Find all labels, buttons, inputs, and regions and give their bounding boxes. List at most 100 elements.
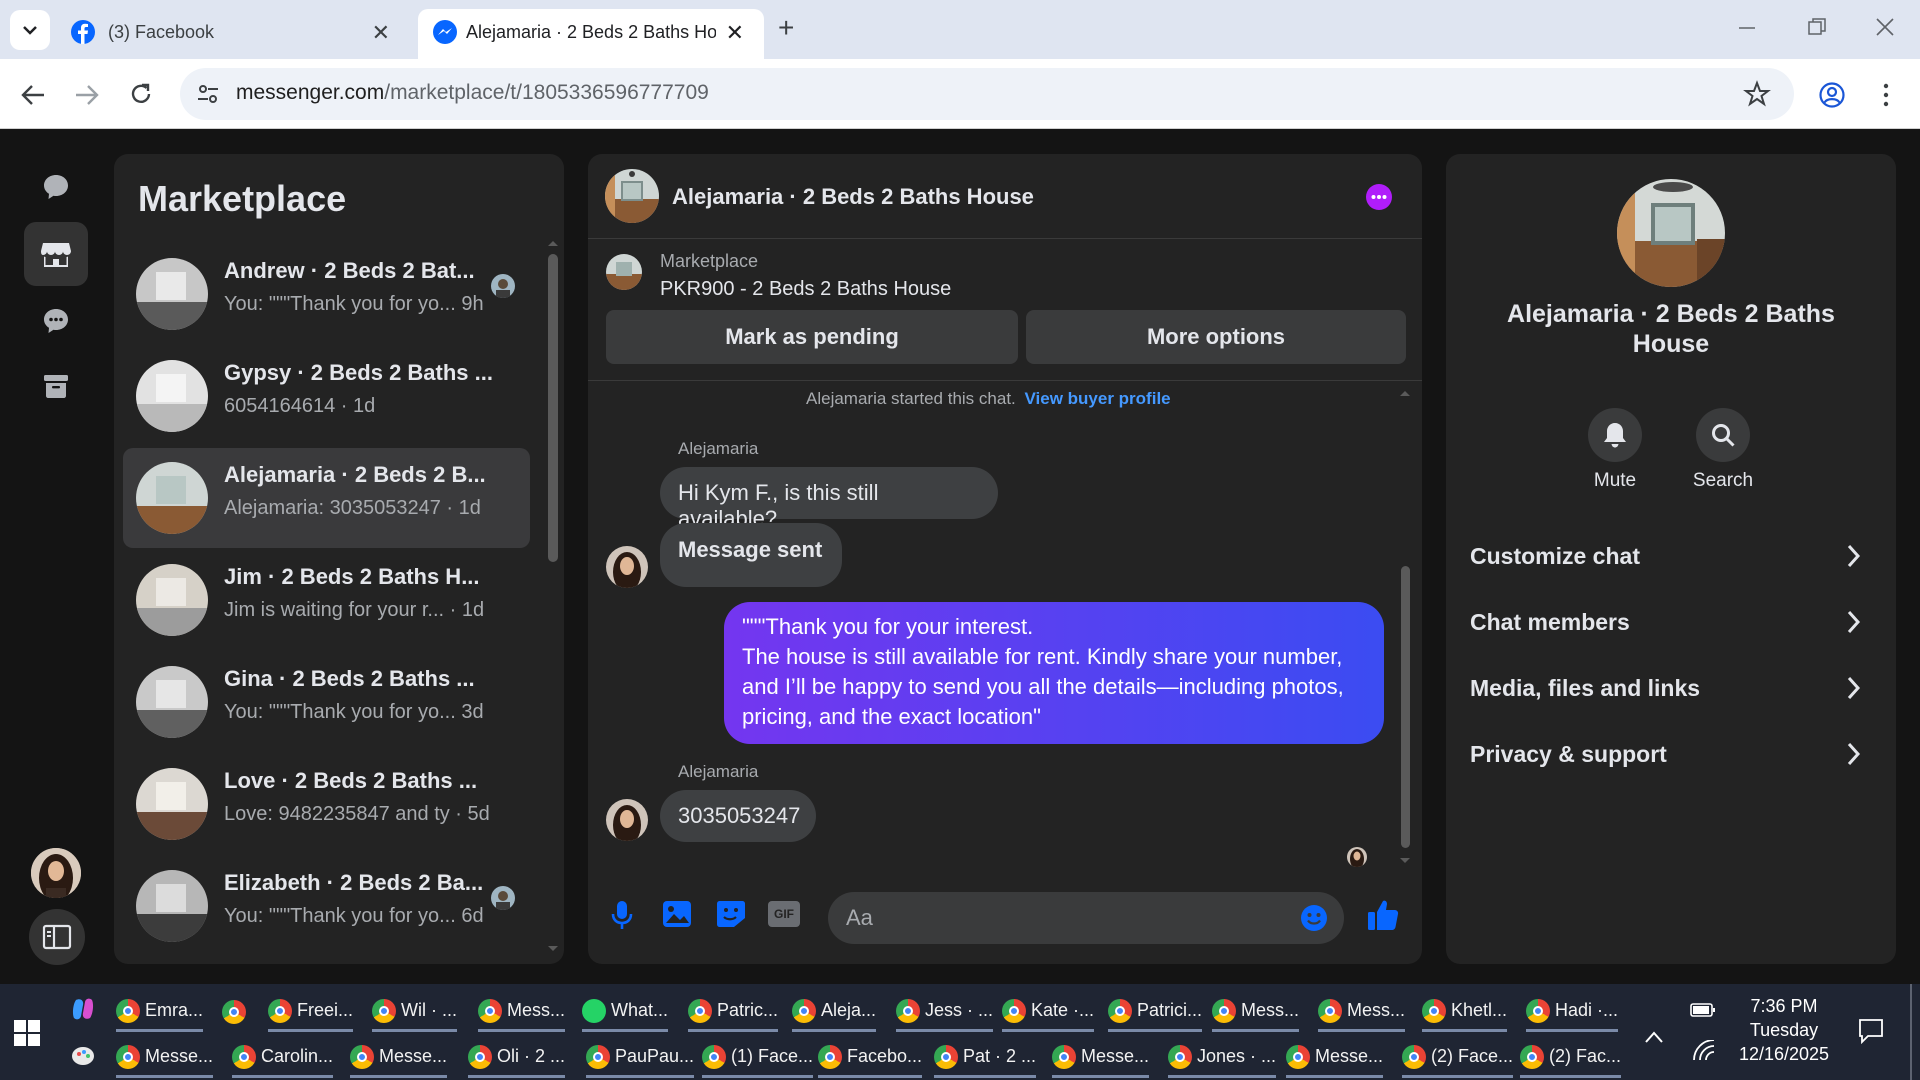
chat-scrollbar[interactable] (1401, 566, 1410, 848)
taskbar-app-button[interactable]: Mess... (478, 992, 566, 1032)
battery-icon[interactable] (1690, 1002, 1716, 1018)
close-tab-icon[interactable]: ✕ (372, 20, 390, 46)
rail-chats-button[interactable] (24, 155, 88, 219)
minimize-button[interactable] (1736, 14, 1758, 36)
user-avatar[interactable] (31, 848, 81, 898)
attach-photo-button[interactable] (662, 900, 692, 928)
taskbar-app-button[interactable]: Messe... (1052, 1038, 1150, 1078)
chat-header-title[interactable]: Alejamaria · 2 Beds 2 Baths House (672, 184, 1034, 210)
taskbar-app-button[interactable]: Patrici... (1108, 992, 1203, 1032)
notifications-button[interactable] (1858, 1018, 1884, 1044)
back-button[interactable] (20, 83, 46, 107)
bookmark-star-button[interactable] (1743, 80, 1771, 108)
rail-marketplace-button[interactable] (24, 222, 88, 286)
privacy-support-option[interactable]: Privacy & support (1470, 735, 1872, 775)
tab-search-button[interactable] (10, 10, 50, 50)
sidebar-scrollbar[interactable] (548, 254, 558, 562)
rail-requests-button[interactable] (24, 289, 88, 353)
incoming-message[interactable]: Hi Kym F., is this still available? (660, 467, 998, 531)
conversation-item[interactable]: Gypsy · 2 Beds 2 Baths ... 6054164614 · 1… (123, 346, 530, 446)
listing-title[interactable]: PKR900 - 2 Beds 2 Baths House (660, 278, 951, 301)
conversation-item[interactable]: Elizabeth · 2 Beds 2 Ba... You: """Thank … (123, 856, 530, 952)
scroll-down-arrow[interactable] (1398, 856, 1412, 866)
incoming-message[interactable]: 3035053247 (660, 790, 816, 842)
show-desktop-strip[interactable] (1910, 984, 1912, 1080)
taskbar-app-button[interactable]: Jess · ... (896, 992, 994, 1032)
chat-info-button[interactable] (1366, 184, 1392, 210)
forward-button[interactable] (74, 83, 100, 107)
listing-photo (1617, 179, 1725, 287)
close-window-button[interactable] (1874, 16, 1896, 38)
gif-button[interactable]: GIF (768, 901, 800, 927)
taskbar-app-button[interactable]: Aleja... (792, 992, 877, 1032)
media-files-links-option[interactable]: Media, files and links (1470, 669, 1872, 709)
taskbar-app-button[interactable]: Emra... (116, 992, 204, 1032)
paint-icon[interactable] (70, 1042, 96, 1068)
system-clock[interactable]: 7:36 PM Tuesday 12/16/2025 (1736, 994, 1832, 1066)
taskbar-app-button[interactable]: (2) Face... (1402, 1038, 1514, 1078)
taskbar-app-button[interactable]: Messe... (116, 1038, 214, 1078)
reload-button[interactable] (128, 81, 154, 107)
new-tab-button[interactable]: + (778, 12, 794, 44)
incoming-message[interactable]: Message sent (660, 523, 842, 587)
browser-menu-button[interactable] (1880, 81, 1892, 109)
conversation-item[interactable]: Andrew · 2 Beds 2 Bat... You: """Thank yo… (123, 244, 530, 344)
taskbar-app-button[interactable]: Pat · 2 ... (934, 1038, 1037, 1078)
chat-avatar[interactable] (605, 169, 659, 223)
taskbar-app-button[interactable]: Freei... (268, 992, 354, 1032)
info-avatar[interactable] (1617, 179, 1725, 287)
taskbar-app-button[interactable]: Messe... (350, 1038, 448, 1078)
taskbar-app-button[interactable]: Patric... (688, 992, 779, 1032)
taskbar-app-button[interactable]: What... (582, 992, 669, 1032)
taskbar-app-button[interactable] (222, 992, 251, 1032)
scroll-down-arrow[interactable] (546, 944, 560, 954)
profile-button[interactable] (1818, 81, 1846, 109)
taskbar-app-button[interactable]: (2) Fac... (1520, 1038, 1622, 1078)
taskbar-app-button[interactable]: Kate ·... (1002, 992, 1095, 1032)
restore-button[interactable] (1806, 16, 1828, 38)
scroll-up-arrow[interactable] (546, 238, 560, 248)
message-input[interactable]: Aa (828, 892, 1344, 944)
taskbar-app-button[interactable]: Jones · ... (1168, 1038, 1277, 1078)
taskbar-app-button[interactable]: (1) Face... (702, 1038, 814, 1078)
search-in-chat-button[interactable] (1696, 408, 1750, 462)
mark-as-pending-button[interactable]: Mark as pending (606, 310, 1018, 364)
start-button[interactable] (14, 1020, 40, 1046)
conversation-item[interactable]: Love · 2 Beds 2 Baths ... Love: 948223584… (123, 754, 530, 854)
taskbar-app-button[interactable]: Khetl... (1422, 992, 1508, 1032)
like-button[interactable] (1366, 898, 1400, 932)
tab-facebook[interactable]: (3) Facebook ✕ (58, 9, 410, 59)
more-options-button[interactable]: More options (1026, 310, 1406, 364)
conversation-item[interactable]: Gina · 2 Beds 2 Baths ... You: """Thank y… (123, 652, 530, 752)
conversation-item[interactable]: Jim · 2 Beds 2 Baths H... Jim is waiting … (123, 550, 530, 650)
taskbar-app-button[interactable]: Carolin... (232, 1038, 334, 1078)
toggle-sidebar-button[interactable] (29, 909, 85, 965)
emoji-button[interactable] (1300, 904, 1328, 932)
taskbar-app-button[interactable]: Wil · ... (372, 992, 457, 1032)
wifi-icon[interactable] (1692, 1040, 1716, 1062)
rail-archive-button[interactable] (24, 354, 88, 418)
view-buyer-profile-link[interactable]: View buyer profile (1025, 389, 1171, 408)
taskbar-app-button[interactable]: Mess... (1318, 992, 1406, 1032)
sticker-button[interactable] (716, 900, 746, 928)
outgoing-message[interactable]: """Thank you for your interest. The hous… (724, 602, 1384, 744)
show-hidden-icons-button[interactable] (1644, 1030, 1664, 1044)
taskbar-app-button[interactable]: Messe... (1286, 1038, 1384, 1078)
address-bar[interactable]: messenger.com/marketplace/t/180533659677… (180, 68, 1794, 120)
scroll-up-arrow[interactable] (1398, 388, 1412, 398)
site-info-icon[interactable] (196, 82, 220, 106)
tab-messenger[interactable]: Alejamaria · 2 Beds 2 Baths House ✕ (418, 9, 764, 59)
close-tab-icon[interactable]: ✕ (726, 20, 744, 46)
copilot-icon[interactable] (70, 996, 96, 1022)
taskbar-app-button[interactable]: Hadi ·... (1526, 992, 1619, 1032)
listing-thumbnail[interactable] (606, 254, 642, 290)
taskbar-app-button[interactable]: Oli · 2 ... (468, 1038, 566, 1078)
customize-chat-option[interactable]: Customize chat (1470, 537, 1872, 577)
taskbar-app-button[interactable]: Facebo... (818, 1038, 923, 1078)
conversation-item[interactable]: Alejamaria · 2 Beds 2 B... Alejamaria: 30… (123, 448, 530, 548)
voice-clip-button[interactable] (610, 899, 634, 931)
taskbar-app-button[interactable]: PauPau... (586, 1038, 695, 1078)
chat-members-option[interactable]: Chat members (1470, 603, 1872, 643)
taskbar-app-button[interactable]: Mess... (1212, 992, 1300, 1032)
mute-button[interactable] (1588, 408, 1642, 462)
